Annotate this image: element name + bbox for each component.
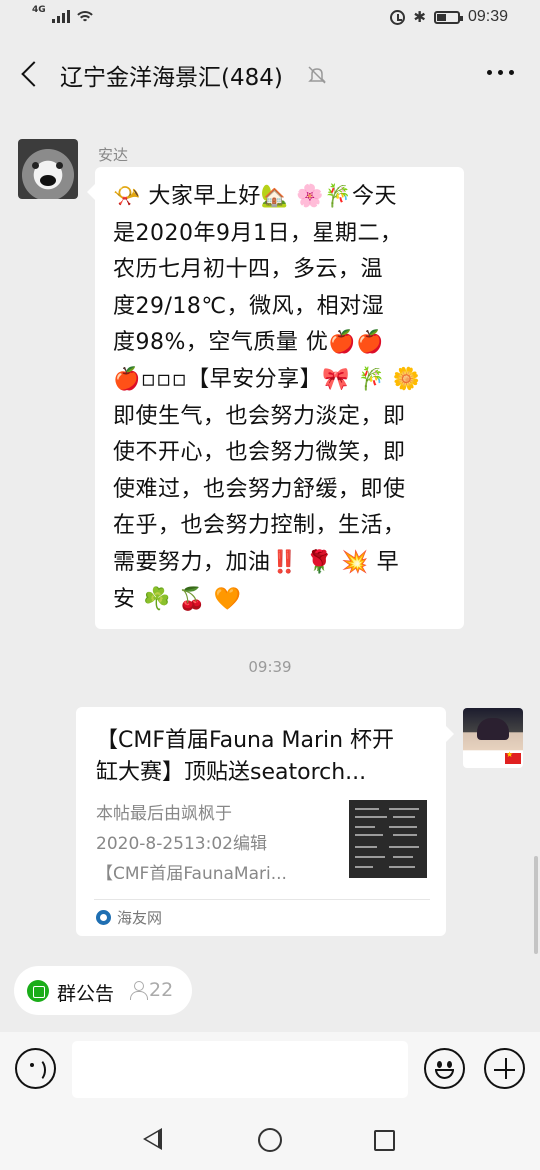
card-title-line: 【CMF首届Fauna Marin 杯开 <box>96 728 395 753</box>
message-line: 使不开心，也会努力微笑，即 <box>113 440 406 466</box>
group-notice-label: 群公告 <box>57 983 115 1005</box>
source-logo-icon <box>96 910 111 925</box>
status-time: 09:39 <box>467 8 508 25</box>
message-line: 度29/18℃，微风，相对湿 <box>113 293 385 319</box>
sender-avatar[interactable] <box>18 139 78 199</box>
mute-bell-icon <box>308 66 326 84</box>
message-line: 📯 大家早上好🏡 🌸🎋今天 <box>113 184 398 209</box>
card-description: 本帖最后由飒枫于 2020-8-2513:02编辑 【CMF首届FaunaMar… <box>96 799 326 889</box>
more-functions-button[interactable] <box>484 1048 525 1089</box>
card-thumbnail <box>349 800 427 878</box>
message-line: 度98%，空气质量 优🍎🍎 <box>113 330 385 356</box>
chat-title: 辽宁金洋海景汇(484) <box>60 65 283 91</box>
card-desc-line: 2020-8-2513:02编辑 <box>96 834 267 854</box>
china-flag-icon <box>505 750 521 764</box>
member-count: 22 <box>149 979 174 1001</box>
card-source-name: 海友网 <box>117 909 163 927</box>
message-line: 使难过，也会努力舒缓，即使 <box>113 476 406 502</box>
status-bar: 4G ✱ 09:39 <box>0 0 540 38</box>
alarm-icon <box>390 9 406 25</box>
nav-home-icon[interactable] <box>258 1128 282 1152</box>
person-icon <box>129 981 148 1001</box>
network-type: 4G <box>32 5 46 15</box>
nav-recents-icon[interactable] <box>374 1130 395 1151</box>
signal-icon <box>51 9 70 23</box>
message-line: 🍎▫▫▫【早安分享】🎀 🎋 🌼 <box>113 366 421 392</box>
card-source: 海友网 <box>96 907 162 928</box>
message-line: 农历七月初十四，多云，温 <box>113 257 384 283</box>
system-nav-bar <box>0 1106 540 1170</box>
group-notice-button[interactable]: 群公告 22 <box>14 966 192 1015</box>
wifi-icon <box>75 9 94 23</box>
bluetooth-icon: ✱ <box>413 8 426 26</box>
shared-link-card[interactable]: 【CMF首届Fauna Marin 杯开 缸大赛】顶贴送seatorch... … <box>76 707 454 936</box>
message-bubble[interactable]: 📯 大家早上好🏡 🌸🎋今天 是2020年9月1日，星期二， 农历七月初十四，多云… <box>87 167 464 629</box>
nav-back-icon[interactable] <box>143 1128 162 1150</box>
voice-input-button[interactable] <box>15 1048 56 1089</box>
card-desc-line: 本帖最后由飒枫于 <box>96 804 232 824</box>
card-title-line: 缸大赛】顶贴送seatorch... <box>96 760 367 785</box>
message-line: 在乎，也会努力控制，生活， <box>113 513 406 539</box>
card-divider <box>94 899 430 900</box>
card-desc-line: 【CMF首届FaunaMari... <box>96 864 287 884</box>
message-line: 安 ☘️ 🍒 🧡 <box>113 586 242 612</box>
message-input[interactable] <box>72 1041 408 1098</box>
more-options-button[interactable] <box>487 70 514 75</box>
sender-name: 安达 <box>98 146 129 164</box>
input-bar <box>0 1032 540 1106</box>
battery-icon <box>433 10 463 24</box>
message-line: 即使生气，也会努力淡定，即 <box>113 403 406 429</box>
back-button[interactable] <box>16 58 46 90</box>
emoji-button[interactable] <box>424 1048 465 1089</box>
chat-header: 辽宁金洋海景汇(484) <box>0 38 540 110</box>
message-line: 是2020年9月1日，星期二， <box>113 220 403 246</box>
message-line: 需要努力，加油‼️ 🌹 💥 早 <box>113 549 400 575</box>
my-avatar[interactable] <box>463 708 523 768</box>
scrollbar[interactable] <box>534 856 538 954</box>
notice-icon <box>27 980 49 1002</box>
message-timestamp: 09:39 <box>248 658 292 676</box>
card-title: 【CMF首届Fauna Marin 杯开 缸大赛】顶贴送seatorch... <box>96 725 431 789</box>
